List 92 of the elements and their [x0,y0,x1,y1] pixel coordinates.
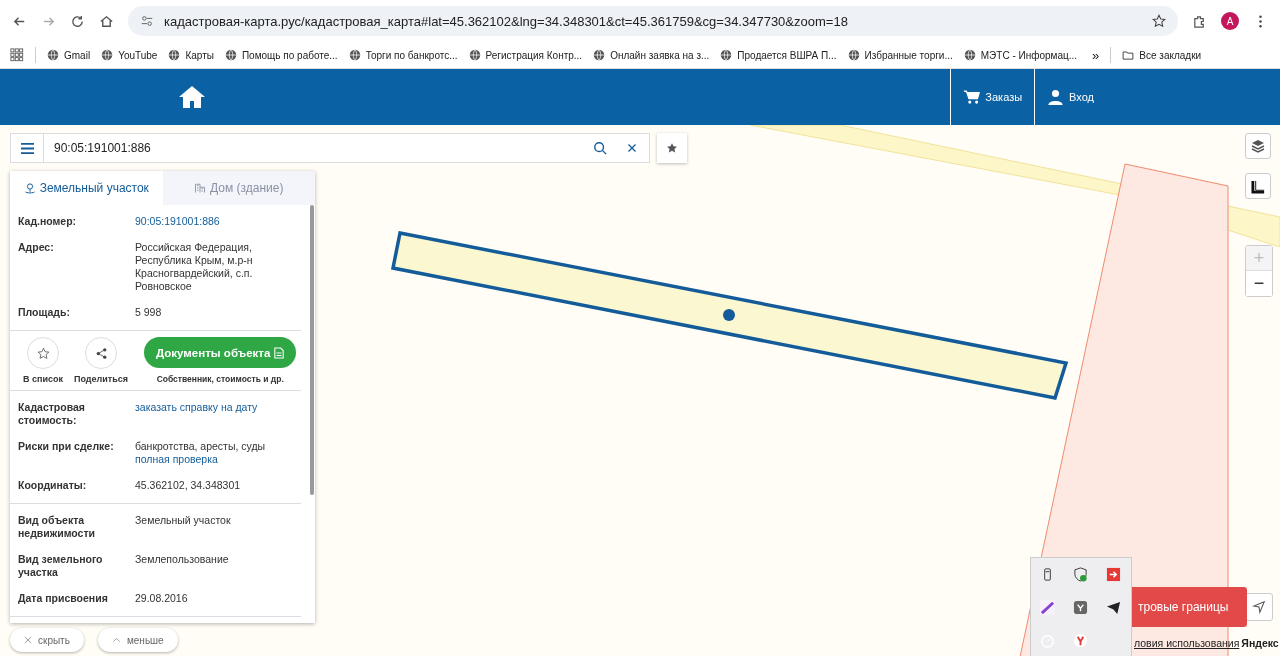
layers-button[interactable] [1245,133,1271,159]
profile-avatar[interactable]: A [1221,12,1239,30]
folder-icon [1122,49,1135,61]
hide-panel-button[interactable]: скрыть [10,628,84,652]
value-link[interactable]: 90:05:191001:886 [135,215,285,228]
field-value: 45.362102, 34.348301 [135,479,242,492]
value-link[interactable]: заказать справку на дату [135,401,285,414]
locate-button[interactable] [1245,593,1273,621]
bookmark-link[interactable]: МЭТС - Информац... [963,49,1078,61]
navigation-arrow-icon [1252,600,1266,614]
shield-check-icon[interactable] [1073,567,1088,582]
globe-icon [847,49,860,61]
selected-parcel[interactable] [390,230,1069,400]
search-field[interactable]: 90:05:191001:886 [44,133,586,163]
field-label: Вид объекта недвижимости [18,514,96,540]
home-icon[interactable] [99,13,114,29]
star-icon [666,142,678,154]
field-value: Землепользование [135,553,230,566]
globe-icon [224,49,237,61]
close-icon [24,636,32,644]
field-label: Вид земельного участка [18,553,104,579]
map-provider-logo: Яндекс [1241,637,1279,649]
favorite-button[interactable] [657,133,687,163]
document-icon [274,346,285,359]
extensions-icon[interactable] [1192,13,1207,29]
paper-plane-icon[interactable] [1106,600,1121,615]
bookmark-star-icon[interactable] [1152,14,1166,28]
field-label: Площадь: [18,306,71,319]
user-icon [1047,89,1065,105]
field-label: Кад.номер: [18,215,78,228]
panel-tab[interactable]: Земельный участок [10,171,163,205]
location-pin-icon [23,182,36,194]
site-settings-icon[interactable] [140,14,154,28]
ruler-icon [1250,178,1266,194]
pen-icon[interactable] [1040,600,1055,615]
field-label: Риски при сделке: [18,440,115,454]
ruler-button[interactable] [1245,173,1271,199]
field-value: Земельный участок [135,514,232,527]
parcel-center-marker[interactable] [723,309,735,321]
share-button[interactable] [85,337,117,369]
field-label: Адрес: [18,241,55,255]
home-icon[interactable] [178,85,206,109]
field-label: Кадастровая стоимость: [18,401,86,427]
globe-icon [720,49,733,61]
cadastral-borders-button[interactable]: тровые границы [1132,587,1247,627]
add-to-list-button[interactable] [27,337,59,369]
app-tile-icon[interactable] [1073,600,1088,615]
documents-note: Собственник, стоимость и др. [156,374,284,384]
building-icon [194,182,207,194]
value-link[interactable]: полная проверка [135,453,285,466]
field-value: банкротства, аресты, суды [135,440,267,453]
chevron-up-icon [111,636,121,644]
more-bookmarks-button[interactable]: » [1092,47,1100,63]
star-icon [36,346,50,360]
bookmark-link[interactable]: Онлайн заявка на з... [593,49,710,61]
bookmark-link[interactable]: Регистрация Контр... [468,49,583,61]
action-label: Поделиться [74,374,128,384]
field-label: Дата присвоения [18,592,109,605]
all-bookmarks-link[interactable]: Все закладки [1122,49,1202,61]
address-bar[interactable]: кадастровая-карта.рус/кадастровая_карта#lat=45.362102&lng=34.348301&ct=45.361759&cg=34.347730&zoom=18 [128,6,1178,36]
scrollbar-thumb[interactable] [310,205,314,495]
menu-icon [19,141,35,155]
bookmark-link[interactable]: Избранные торги... [847,49,953,61]
field-label: Координаты: [18,479,88,492]
reload-icon[interactable] [70,13,85,29]
action-label: В список [23,374,63,384]
browser-y-icon[interactable] [1073,633,1088,648]
field-value: 5 998 [135,306,163,319]
globe-icon [468,49,481,61]
layers-icon [1250,138,1266,154]
field-value: Российская Федерация, Республика Крым, м.р-н Красногвардейский, с.п. Ровновское [135,241,254,293]
bookmark-link[interactable]: Торги по банкротс... [348,49,458,61]
search-icon [593,141,607,155]
field-value: 29.08.2016 [135,592,189,605]
globe-icon [593,49,606,61]
menu-button[interactable] [10,133,44,163]
bookmark-link[interactable]: Продается ВШРА П... [720,49,837,61]
collapse-panel-button[interactable]: меньше [97,628,178,652]
globe-icon [101,49,114,61]
cart-icon [963,89,981,105]
remote-app-icon[interactable] [1106,567,1121,582]
globe-icon [47,49,59,61]
bookmark-link[interactable]: YouTube [101,49,158,61]
globe-icon [168,49,181,61]
bookmark-link[interactable]: Gmail [47,49,91,61]
globe-icon [963,49,976,61]
share-icon [94,346,108,360]
terms-link[interactable]: ловия использования [1134,637,1240,649]
bookmark-link[interactable]: Помощь по работе... [224,49,338,61]
bookmark-link[interactable]: Карты [168,49,214,61]
globe-icon [348,49,361,61]
apps-grid-icon[interactable] [10,48,24,62]
